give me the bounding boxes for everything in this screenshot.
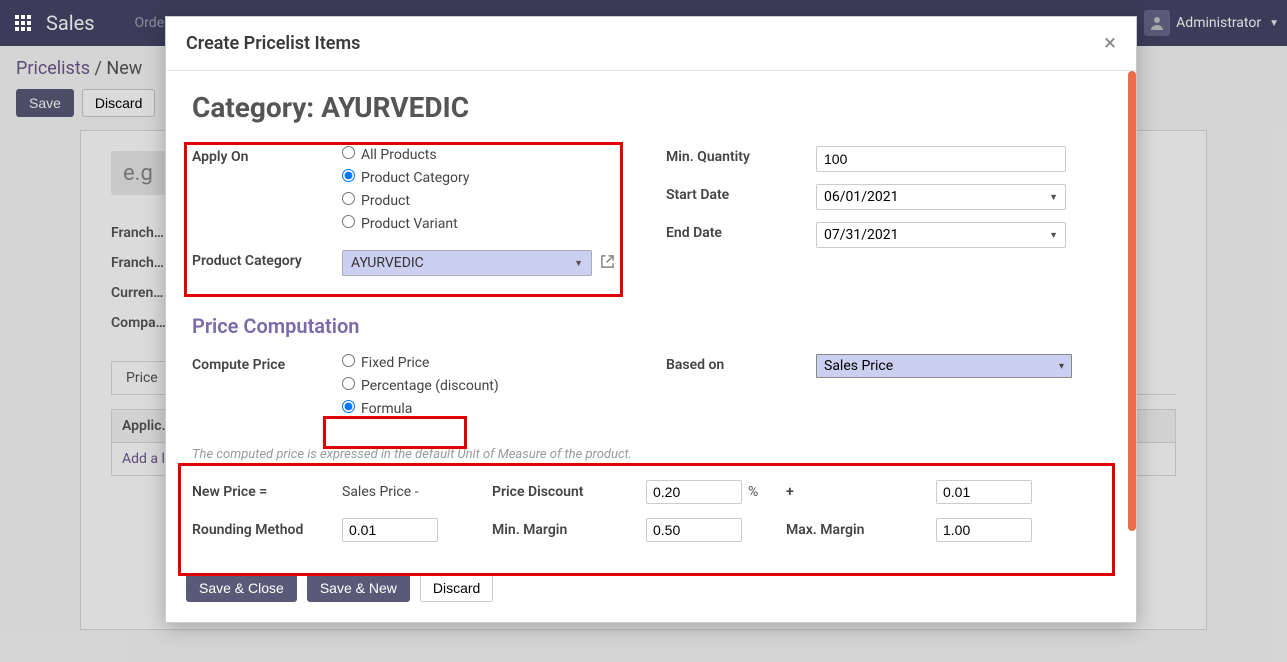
price-discount-input[interactable] [646,480,742,504]
create-pricelist-modal: Create Pricelist Items × Category: AYURV… [165,16,1137,623]
chevron-down-icon: ▼ [1269,18,1279,29]
save-new-button[interactable]: Save & New [307,574,410,602]
radio-all-products[interactable]: All Products [342,146,636,163]
label-rounding-method: Rounding Method [192,522,342,538]
label-product-category: Product Category [192,250,342,269]
label-compute-price: Compute Price [192,354,342,373]
chevron-down-icon: ▾ [1059,361,1064,372]
end-date-input[interactable]: 07/31/2021 ▼ [816,222,1066,248]
avatar-icon [1144,10,1170,36]
user-menu[interactable]: Administrator ▼ [1144,10,1279,36]
min-quantity-input[interactable] [816,146,1066,172]
save-close-button[interactable]: Save & Close [186,574,297,602]
radio-product-variant[interactable]: Product Variant [342,215,636,232]
app-brand[interactable]: Sales [46,11,95,35]
label-end-date: End Date [666,222,816,241]
scrollbar[interactable] [1128,71,1136,531]
modal-discard-button[interactable]: Discard [420,574,493,602]
radio-fixed-price[interactable]: Fixed Price [342,354,636,371]
product-category-value: AYURVEDIC [351,255,424,271]
radio-formula[interactable]: Formula [342,400,636,417]
extra-price-input[interactable] [936,480,1032,504]
start-date-input[interactable]: 06/01/2021 ▼ [816,184,1066,210]
label-start-date: Start Date [666,184,816,203]
section-price-computation: Price Computation [192,314,1110,338]
record-heading: Category: AYURVEDIC [192,91,1110,124]
plus-label: + [786,484,936,500]
user-name: Administrator [1176,15,1261,31]
percent-symbol: % [742,484,786,500]
apply-on-radio-group: All Products Product Category Product Pr… [342,146,636,238]
radio-percentage[interactable]: Percentage (discount) [342,377,636,394]
chevron-down-icon: ▼ [1049,230,1058,241]
radio-product[interactable]: Product [342,192,636,209]
chevron-down-icon: ▼ [574,258,583,269]
label-max-margin: Max. Margin [786,522,936,538]
chevron-down-icon: ▼ [1049,192,1058,203]
compute-price-radio-group: Fixed Price Percentage (discount) Formul… [342,354,636,423]
max-margin-input[interactable] [936,518,1032,542]
label-based-on: Based on [666,354,816,373]
close-icon[interactable]: × [1104,31,1116,56]
label-apply-on: Apply On [192,146,342,165]
modal-title: Create Pricelist Items [186,33,360,54]
based-on-select[interactable]: Sales Price ▾ [816,354,1072,378]
external-link-icon[interactable] [600,254,615,273]
rounding-method-input[interactable] [342,518,438,542]
hint-text: The computed price is expressed in the d… [192,447,1110,462]
sales-price-minus: Sales Price - [342,484,492,500]
product-category-select[interactable]: AYURVEDIC ▼ [342,250,592,276]
apps-icon[interactable] [8,8,38,38]
label-min-quantity: Min. Quantity [666,146,816,165]
label-min-margin: Min. Margin [492,522,646,538]
radio-product-category[interactable]: Product Category [342,169,636,186]
min-margin-input[interactable] [646,518,742,542]
label-price-discount: Price Discount [492,484,646,500]
label-new-price: New Price = [192,484,342,500]
